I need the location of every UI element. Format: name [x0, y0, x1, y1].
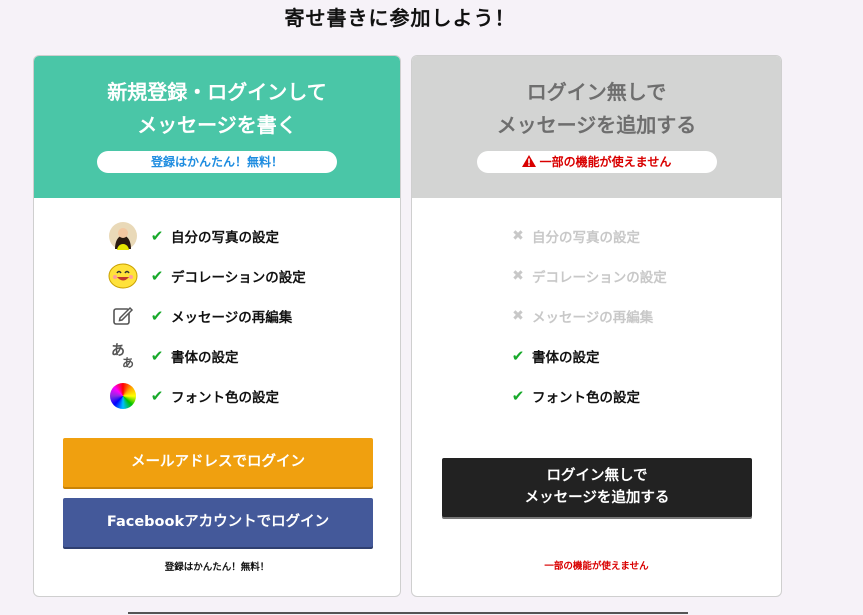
check-icon: ✔ — [511, 387, 525, 405]
check-icon: ✔ — [150, 347, 164, 365]
check-icon: ✔ — [511, 347, 525, 365]
color-wheel-icon — [108, 381, 138, 411]
login-card-header: 新規登録・ログインして メッセージを書く 登録はかんたん！無料！ — [34, 56, 400, 198]
free-registration-note: 登録はかんたん！無料！ — [164, 562, 270, 573]
feature-font: ✔ 書体の設定 — [511, 340, 600, 372]
check-icon: ✔ — [150, 227, 164, 245]
feature-label: デコレーションの設定 — [532, 270, 667, 286]
feature-label: フォント色の設定 — [171, 390, 279, 406]
login-card-heading-line2: メッセージを書く — [137, 113, 297, 137]
login-card-heading-line1: 新規登録・ログインして — [107, 80, 327, 104]
feature-decoration: ✔ デコレーションの設定 — [108, 260, 306, 292]
smiley-face-icon — [108, 261, 138, 291]
guest-add-message-button[interactable]: ログイン無しで メッセージを追加する — [442, 458, 752, 517]
guest-button-line1: ログイン無しで — [546, 468, 648, 484]
check-icon: ✔ — [150, 387, 164, 405]
svg-text:あ: あ — [122, 356, 134, 370]
guest-card-header: ログイン無しで メッセージを追加する 一部の機能が使えません — [412, 56, 781, 198]
cross-icon: ✖ — [512, 308, 524, 324]
feature-font: あ あ ✔ 書体の設定 — [108, 340, 239, 372]
guest-card: ログイン無しで メッセージを追加する 一部の機能が使えません ✖ 自分の写真の設… — [411, 55, 782, 597]
guest-button-line2: メッセージを追加する — [524, 490, 670, 506]
limited-features-note: 一部の機能が使えません — [544, 561, 649, 572]
limited-features-badge-text: 一部の機能が使えません — [539, 155, 672, 169]
feature-label: 自分の写真の設定 — [532, 230, 640, 246]
feature-label: 自分の写真の設定 — [171, 230, 279, 246]
feature-label: メッセージの再編集 — [532, 310, 654, 326]
feature-font-color: ✔ フォント色の設定 — [511, 380, 640, 412]
guest-card-heading-line1: ログイン無しで — [526, 80, 667, 104]
check-icon: ✔ — [150, 267, 164, 285]
cross-icon: ✖ — [512, 228, 524, 244]
feature-label: デコレーションの設定 — [171, 270, 306, 286]
feature-photo: ✔ 自分の写真の設定 — [108, 220, 279, 252]
cross-icon: ✖ — [512, 268, 524, 284]
feature-label: メッセージの再編集 — [171, 310, 293, 326]
guest-card-heading-line2: メッセージを追加する — [496, 113, 697, 137]
feature-reedit-disabled: ✖ メッセージの再編集 — [511, 300, 653, 332]
feature-label: 書体の設定 — [532, 350, 600, 366]
feature-decoration-disabled: ✖ デコレーションの設定 — [511, 260, 667, 292]
feature-photo-disabled: ✖ 自分の写真の設定 — [511, 220, 640, 252]
page-title: 寄せ書きに参加しよう！ — [284, 6, 516, 30]
facebook-login-button[interactable]: Facebookアカウントでログイン — [63, 498, 373, 547]
warning-triangle-icon — [521, 151, 536, 173]
check-icon: ✔ — [150, 307, 164, 325]
feature-label: 書体の設定 — [171, 350, 239, 366]
email-login-button[interactable]: メールアドレスでログイン — [63, 438, 373, 487]
login-card: 新規登録・ログインして メッセージを書く 登録はかんたん！無料！ ✔ 自分の写真… — [33, 55, 401, 597]
limited-features-badge: 一部の機能が使えません — [476, 151, 717, 173]
photo-avatar-icon — [108, 221, 138, 251]
feature-reedit: ✔ メッセージの再編集 — [108, 300, 292, 332]
feature-label: フォント色の設定 — [532, 390, 640, 406]
font-style-icon: あ あ — [108, 341, 138, 371]
bottom-divider — [128, 612, 688, 614]
edit-pencil-icon — [108, 301, 138, 331]
free-registration-badge: 登録はかんたん！無料！ — [97, 151, 337, 173]
feature-font-color: ✔ フォント色の設定 — [108, 380, 279, 412]
